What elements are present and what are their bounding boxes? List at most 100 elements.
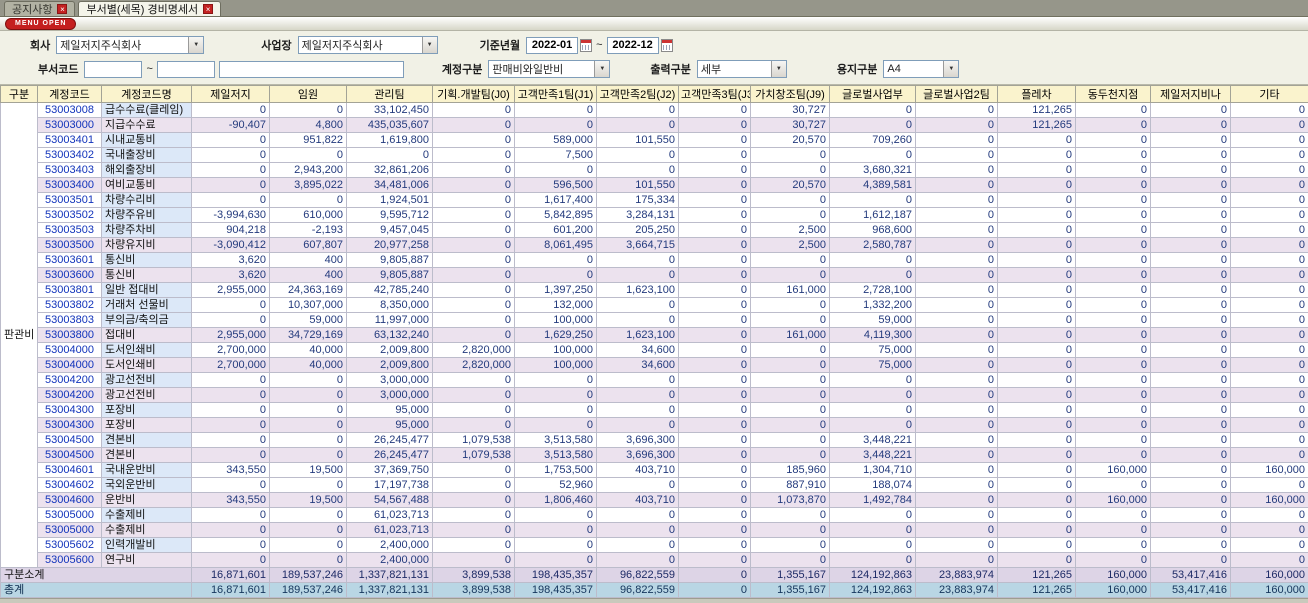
table-row[interactable]: 판관비53003008급수수료(클레임)0033,102,450000030,7…: [1, 103, 1308, 118]
amount-cell[interactable]: 101,550: [597, 133, 679, 148]
account-code-cell[interactable]: 53003800: [38, 328, 102, 343]
amount-cell[interactable]: 0: [998, 553, 1076, 568]
account-code-cell[interactable]: 53003802: [38, 298, 102, 313]
amount-cell[interactable]: 0: [515, 553, 597, 568]
account-name-cell[interactable]: 포장비: [102, 403, 192, 418]
amount-cell[interactable]: 160,000: [1231, 463, 1308, 478]
amount-cell[interactable]: 400: [270, 253, 347, 268]
amount-cell[interactable]: 17,197,738: [347, 478, 433, 493]
amount-cell[interactable]: 904,218: [192, 223, 270, 238]
amount-cell[interactable]: 0: [751, 523, 830, 538]
amount-cell[interactable]: 0: [751, 208, 830, 223]
amount-cell[interactable]: 37,369,750: [347, 463, 433, 478]
amount-cell[interactable]: 0: [1151, 238, 1231, 253]
table-row[interactable]: 53003803부의금/축의금059,00011,997,0000100,000…: [1, 313, 1308, 328]
account-code-cell[interactable]: 53004200: [38, 373, 102, 388]
amount-cell[interactable]: 26,245,477: [347, 433, 433, 448]
amount-cell[interactable]: 19,500: [270, 493, 347, 508]
amount-cell[interactable]: 0: [998, 148, 1076, 163]
amount-cell[interactable]: 951,822: [270, 133, 347, 148]
amount-cell[interactable]: 0: [916, 283, 998, 298]
amount-cell[interactable]: 0: [1076, 148, 1151, 163]
amount-cell[interactable]: 0: [916, 178, 998, 193]
tab-notice[interactable]: 공지사항 ×: [4, 1, 75, 16]
account-name-cell[interactable]: 접대비: [102, 328, 192, 343]
amount-cell[interactable]: 205,250: [597, 223, 679, 238]
amount-cell[interactable]: 0: [998, 283, 1076, 298]
table-row[interactable]: 53005000수출제비0061,023,71300000000000: [1, 523, 1308, 538]
amount-cell[interactable]: 20,570: [751, 178, 830, 193]
amount-cell[interactable]: 1,355,167: [751, 568, 830, 583]
amount-cell[interactable]: 1,629,250: [515, 328, 597, 343]
amount-cell[interactable]: 160,000: [1231, 583, 1308, 598]
amount-cell[interactable]: 1,079,538: [433, 448, 515, 463]
account-name-cell[interactable]: 통신비: [102, 253, 192, 268]
amount-cell[interactable]: 0: [1231, 388, 1308, 403]
amount-cell[interactable]: 0: [679, 283, 751, 298]
amount-cell[interactable]: 0: [998, 538, 1076, 553]
amount-cell[interactable]: 0: [347, 148, 433, 163]
amount-cell[interactable]: 0: [679, 553, 751, 568]
amount-cell[interactable]: 0: [1231, 283, 1308, 298]
amount-cell[interactable]: 403,710: [597, 463, 679, 478]
amount-cell[interactable]: 20,570: [751, 133, 830, 148]
account-name-cell[interactable]: 해외출장비: [102, 163, 192, 178]
amount-cell[interactable]: 0: [1231, 133, 1308, 148]
amount-cell[interactable]: 0: [751, 148, 830, 163]
amount-cell[interactable]: 0: [1076, 133, 1151, 148]
amount-cell[interactable]: 0: [1076, 538, 1151, 553]
amount-cell[interactable]: 124,192,863: [830, 568, 916, 583]
workplace-select[interactable]: 제일저지주식회사 ▼: [298, 36, 438, 54]
close-icon[interactable]: ×: [57, 4, 67, 14]
amount-cell[interactable]: 0: [1231, 208, 1308, 223]
amount-cell[interactable]: 8,350,000: [347, 298, 433, 313]
column-header[interactable]: 제일저지: [192, 86, 270, 103]
amount-cell[interactable]: 0: [679, 133, 751, 148]
amount-cell[interactable]: 0: [270, 193, 347, 208]
amount-cell[interactable]: 0: [679, 253, 751, 268]
amount-cell[interactable]: 0: [515, 373, 597, 388]
amount-cell[interactable]: 40,000: [270, 343, 347, 358]
amount-cell[interactable]: 161,000: [751, 283, 830, 298]
account-code-cell[interactable]: 53003400: [38, 178, 102, 193]
amount-cell[interactable]: 0: [998, 388, 1076, 403]
amount-cell[interactable]: 0: [679, 418, 751, 433]
amount-cell[interactable]: 0: [597, 268, 679, 283]
account-code-cell[interactable]: 53004600: [38, 493, 102, 508]
amount-cell[interactable]: 0: [751, 433, 830, 448]
amount-cell[interactable]: 2,943,200: [270, 163, 347, 178]
amount-cell[interactable]: 75,000: [830, 343, 916, 358]
account-code-cell[interactable]: 53004300: [38, 403, 102, 418]
amount-cell[interactable]: 63,132,240: [347, 328, 433, 343]
amount-cell[interactable]: 0: [679, 148, 751, 163]
amount-cell[interactable]: 607,807: [270, 238, 347, 253]
amount-cell[interactable]: 0: [679, 223, 751, 238]
amount-cell[interactable]: 0: [1076, 268, 1151, 283]
amount-cell[interactable]: 19,500: [270, 463, 347, 478]
amount-cell[interactable]: 0: [679, 583, 751, 598]
amount-cell[interactable]: 0: [1151, 133, 1231, 148]
menu-open-button[interactable]: MENU OPEN: [5, 18, 76, 30]
amount-cell[interactable]: 121,265: [998, 583, 1076, 598]
table-row[interactable]: 53004602국외운반비0017,197,738052,96000887,91…: [1, 478, 1308, 493]
account-code-cell[interactable]: 53003803: [38, 313, 102, 328]
amount-cell[interactable]: 59,000: [830, 313, 916, 328]
amount-cell[interactable]: 0: [998, 163, 1076, 178]
column-header[interactable]: 임원: [270, 86, 347, 103]
amount-cell[interactable]: 435,035,607: [347, 118, 433, 133]
amount-cell[interactable]: 59,000: [270, 313, 347, 328]
account-code-cell[interactable]: 53003401: [38, 133, 102, 148]
amount-cell[interactable]: 1,337,821,131: [347, 583, 433, 598]
amount-cell[interactable]: 0: [433, 553, 515, 568]
account-name-cell[interactable]: 부의금/축의금: [102, 313, 192, 328]
table-row[interactable]: 53005600연구비002,400,00000000000000: [1, 553, 1308, 568]
amount-cell[interactable]: 0: [679, 433, 751, 448]
amount-cell[interactable]: 0: [830, 418, 916, 433]
amount-cell[interactable]: 0: [998, 403, 1076, 418]
amount-cell[interactable]: 0: [433, 508, 515, 523]
amount-cell[interactable]: 0: [916, 148, 998, 163]
amount-cell[interactable]: 0: [1231, 238, 1308, 253]
account-name-cell[interactable]: 포장비: [102, 418, 192, 433]
amount-cell[interactable]: 3,513,580: [515, 448, 597, 463]
amount-cell[interactable]: 0: [679, 178, 751, 193]
